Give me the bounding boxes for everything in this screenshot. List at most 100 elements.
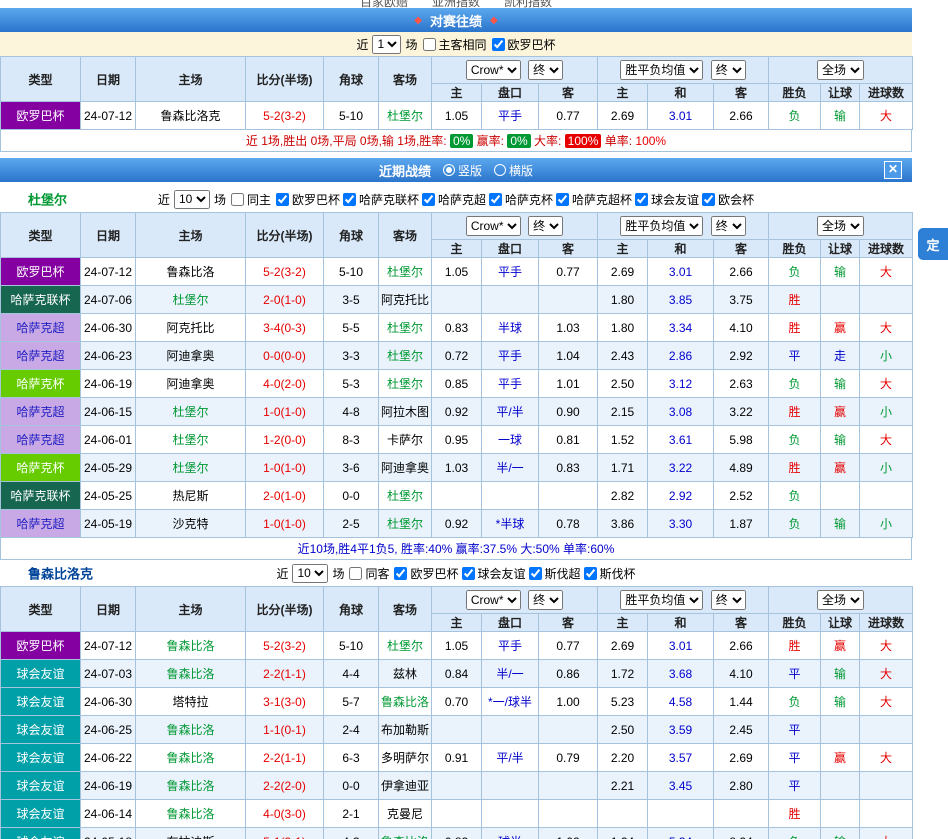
match-row: 哈萨克超24-06-30阿克托比3-4(0-3)5-5杜堡尔0.83半球1.03… bbox=[1, 314, 913, 342]
league-filter[interactable]: 球会友谊 bbox=[461, 565, 526, 582]
layout-vertical-option[interactable]: 竖版 bbox=[443, 162, 482, 179]
final-odds-select[interactable]: 终 bbox=[528, 216, 563, 236]
same-home-filter[interactable]: 同主 bbox=[230, 191, 271, 208]
ah-away-odds: 1.03 bbox=[539, 314, 598, 342]
league-filter[interactable]: 斯伐超 bbox=[528, 565, 581, 582]
league-label: 哈萨克联杯 bbox=[359, 191, 419, 208]
same-away-checkbox[interactable] bbox=[349, 567, 362, 580]
sub-ah-away: 客 bbox=[539, 614, 598, 632]
eu-away-odds: 2.66 bbox=[714, 632, 769, 660]
scope-select[interactable]: 全场 bbox=[817, 60, 864, 80]
odds-average-select[interactable]: 胜平负均值 bbox=[620, 60, 703, 80]
league-checkbox[interactable] bbox=[702, 193, 715, 206]
wdl-result: 胜 bbox=[769, 454, 821, 482]
league-filter[interactable]: 欧罗巴杯 bbox=[393, 565, 458, 582]
date-cell: 24-07-12 bbox=[81, 258, 136, 286]
h2h-near-select[interactable]: 1 bbox=[372, 35, 401, 54]
league-filter[interactable]: 哈萨克联杯 bbox=[342, 191, 419, 208]
layout-horizontal-option[interactable]: 横版 bbox=[494, 162, 533, 179]
league-filter[interactable]: 欧罗巴杯 bbox=[275, 191, 340, 208]
league-filter-group: 欧罗巴杯 哈萨克联杯哈萨克超哈萨克杯哈萨克超杯球会友谊 欧会杯 bbox=[275, 191, 754, 208]
same-venue-filter[interactable]: 主客相同 bbox=[422, 36, 487, 53]
league-filter[interactable]: 哈萨克杯 bbox=[488, 191, 553, 208]
away-team: 布加勒斯 bbox=[379, 716, 432, 744]
sub-ah-away: 客 bbox=[539, 84, 598, 102]
recent-header-bar: 近期战绩 竖版 横版 ✕ bbox=[0, 158, 912, 182]
eu-home-odds: 1.72 bbox=[598, 660, 648, 688]
ah-select-cell: Crow* 终 bbox=[432, 587, 598, 614]
league-checkbox[interactable] bbox=[635, 193, 648, 206]
league-filter[interactable]: 斯伐杯 bbox=[583, 565, 636, 582]
league-label: 斯伐杯 bbox=[600, 565, 636, 582]
pin-side-tab[interactable]: 定 bbox=[918, 228, 948, 260]
eu-away-odds bbox=[714, 800, 769, 828]
date-cell: 24-05-25 bbox=[81, 482, 136, 510]
same-venue-checkbox[interactable] bbox=[423, 38, 436, 51]
radio-unchecked-icon[interactable] bbox=[494, 164, 506, 176]
col-score: 比分(半场) bbox=[246, 57, 324, 102]
match-row: 欧罗巴杯24-07-12鲁森比洛5-2(3-2)5-10杜堡尔1.05平手0.7… bbox=[1, 632, 913, 660]
team1-near-select[interactable]: 10 bbox=[174, 190, 210, 209]
team2-near-select[interactable]: 10 bbox=[292, 564, 328, 583]
bookmaker-select[interactable]: Crow* bbox=[466, 60, 521, 80]
league-checkbox[interactable] bbox=[556, 193, 569, 206]
league-cell: 欧罗巴杯 bbox=[1, 632, 81, 660]
odds-average-select[interactable]: 胜平负均值 bbox=[620, 216, 703, 236]
league-checkbox[interactable] bbox=[462, 567, 475, 580]
ah-select-cell: Crow* 终 bbox=[432, 57, 598, 84]
league-checkbox[interactable] bbox=[584, 567, 597, 580]
same-home-checkbox[interactable] bbox=[231, 193, 244, 206]
sub-ah-home: 主 bbox=[432, 614, 482, 632]
goals-result: 小 bbox=[860, 510, 913, 538]
league-filter[interactable]: 欧罗巴杯 bbox=[491, 36, 556, 53]
odds-average-select[interactable]: 胜平负均值 bbox=[620, 590, 703, 610]
handicap-result: 赢 bbox=[821, 314, 860, 342]
league-filter[interactable]: 哈萨克超 bbox=[421, 191, 486, 208]
league-filter[interactable]: 球会友谊 bbox=[634, 191, 699, 208]
wdl-result: 负 bbox=[769, 258, 821, 286]
league-checkbox[interactable] bbox=[343, 193, 356, 206]
goals-result bbox=[860, 716, 913, 744]
home-team: 鲁森比洛 bbox=[136, 258, 246, 286]
final-odds-select[interactable]: 终 bbox=[711, 60, 746, 80]
radio-checked-icon[interactable] bbox=[443, 164, 455, 176]
goals-result: 大 bbox=[860, 258, 913, 286]
close-button[interactable]: ✕ bbox=[884, 161, 902, 179]
ah-home-odds bbox=[432, 772, 482, 800]
scope-select[interactable]: 全场 bbox=[817, 590, 864, 610]
league-label: 欧会杯 bbox=[718, 191, 754, 208]
eu-away-odds: 2.66 bbox=[714, 258, 769, 286]
same-away-filter[interactable]: 同客 bbox=[348, 565, 389, 582]
bookmaker-select[interactable]: Crow* bbox=[466, 216, 521, 236]
final-odds-select[interactable]: 终 bbox=[711, 216, 746, 236]
match-row: 哈萨克杯24-06-19阿迪拿奥4-0(2-0)5-3杜堡尔0.85平手1.01… bbox=[1, 370, 913, 398]
league-checkbox[interactable] bbox=[394, 567, 407, 580]
home-team: 杜堡尔 bbox=[136, 426, 246, 454]
sub-handicap: 让球 bbox=[821, 240, 860, 258]
date-cell: 24-05-19 bbox=[81, 510, 136, 538]
league-filter[interactable]: 哈萨克超杯 bbox=[555, 191, 632, 208]
away-team: 阿拉木图 bbox=[379, 398, 432, 426]
league-checkbox[interactable] bbox=[422, 193, 435, 206]
league-checkbox[interactable] bbox=[529, 567, 542, 580]
eu-home-odds: 1.71 bbox=[598, 454, 648, 482]
final-odds-select[interactable]: 终 bbox=[528, 60, 563, 80]
ah-home-odds bbox=[432, 800, 482, 828]
league-cell: 哈萨克超 bbox=[1, 510, 81, 538]
bookmaker-select[interactable]: Crow* bbox=[466, 590, 521, 610]
scope-select[interactable]: 全场 bbox=[817, 216, 864, 236]
eu-draw-odds: 5.34 bbox=[648, 828, 714, 839]
final-odds-select[interactable]: 终 bbox=[711, 590, 746, 610]
league-checkbox[interactable] bbox=[489, 193, 502, 206]
handicap-result bbox=[821, 772, 860, 800]
league-checkbox[interactable] bbox=[276, 193, 289, 206]
corner-cell: 6-3 bbox=[324, 744, 379, 772]
eu-select-cell: 胜平负均值 终 bbox=[598, 213, 769, 240]
league-filter-group: 欧罗巴杯 bbox=[491, 36, 556, 53]
col-corner: 角球 bbox=[324, 587, 379, 632]
final-odds-select[interactable]: 终 bbox=[528, 590, 563, 610]
wdl-result: 负 bbox=[769, 482, 821, 510]
date-cell: 24-07-12 bbox=[81, 102, 136, 130]
league-filter[interactable]: 欧会杯 bbox=[701, 191, 754, 208]
league-checkbox[interactable] bbox=[492, 38, 505, 51]
